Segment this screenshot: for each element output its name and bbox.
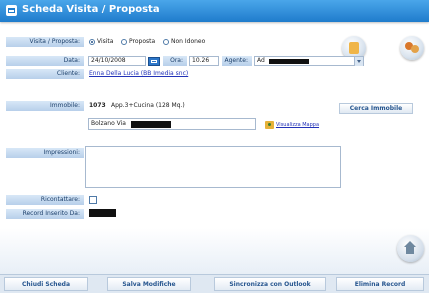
ora-label: Ora: <box>163 56 187 66</box>
address-field[interactable]: Bolzano Via <box>88 118 256 130</box>
data-label: Data: <box>6 56 84 66</box>
address-value: Bolzano Via <box>91 120 126 127</box>
radio-proposta[interactable] <box>121 39 127 45</box>
time-value: 10.26 <box>192 57 210 64</box>
radio-non-idoneo[interactable] <box>163 39 169 45</box>
visit-form-window: Scheda Visita / Proposta Visita / Propos… <box>0 0 429 293</box>
radio-visita-label: Visita <box>97 38 114 45</box>
client-link[interactable]: Enna Della Lucia (BB Imedia snc) <box>89 69 188 79</box>
redacted-agent <box>269 59 309 64</box>
agent-value: Ad <box>257 57 265 64</box>
immobile-label: Immobile: <box>6 101 84 111</box>
radio-visita[interactable] <box>89 39 95 45</box>
property-code: 1073 <box>89 102 106 109</box>
radio-proposta-label: Proposta <box>129 38 156 45</box>
cliente-label: Cliente: <box>6 69 84 79</box>
home-icon[interactable] <box>397 235 424 262</box>
bottom-panel <box>0 228 429 276</box>
impressions-textarea[interactable] <box>85 146 341 188</box>
title-bar: Scheda Visita / Proposta <box>0 0 429 22</box>
save-changes-button[interactable]: Salva Modifiche <box>107 277 191 291</box>
tipo-label: Visita / Proposta: <box>6 37 84 47</box>
search-property-button[interactable]: Cerca Immobile <box>339 103 413 114</box>
delete-record-button[interactable]: Elimina Record <box>336 277 424 291</box>
date-value: 24/10/2008 <box>91 57 126 64</box>
property-description: App.3+Cucina (128 Mq.) <box>111 102 185 109</box>
radio-non-idoneo-label: Non Idoneo <box>171 38 206 45</box>
dropdown-icon[interactable] <box>354 57 363 66</box>
ricontattare-label: Ricontattare: <box>6 195 84 205</box>
impressioni-label: Impressioni: <box>6 148 84 158</box>
footer-toolbar: Chiudi Scheda Salva Modifiche Sincronizz… <box>0 274 429 293</box>
users-icon[interactable] <box>400 36 424 60</box>
redacted-user <box>89 209 116 217</box>
sync-outlook-button[interactable]: Sincronizza con Outlook <box>214 277 326 291</box>
recontact-checkbox[interactable] <box>89 196 97 204</box>
close-form-button[interactable]: Chiudi Scheda <box>4 277 88 291</box>
view-map-link[interactable]: Visualizza Mappa <box>276 120 319 130</box>
agente-label: Agente: <box>222 56 252 66</box>
time-field[interactable]: 10.26 <box>189 56 219 66</box>
date-field[interactable]: 24/10/2008 <box>88 56 146 66</box>
redacted-address <box>131 121 171 128</box>
agent-select[interactable]: Ad <box>254 56 364 66</box>
map-icon[interactable] <box>265 121 274 129</box>
form-icon <box>6 5 17 16</box>
window-title: Scheda Visita / Proposta <box>22 4 160 15</box>
calendar-icon[interactable] <box>148 57 160 66</box>
record-inserito-label: Record Inserito Da: <box>6 209 84 219</box>
